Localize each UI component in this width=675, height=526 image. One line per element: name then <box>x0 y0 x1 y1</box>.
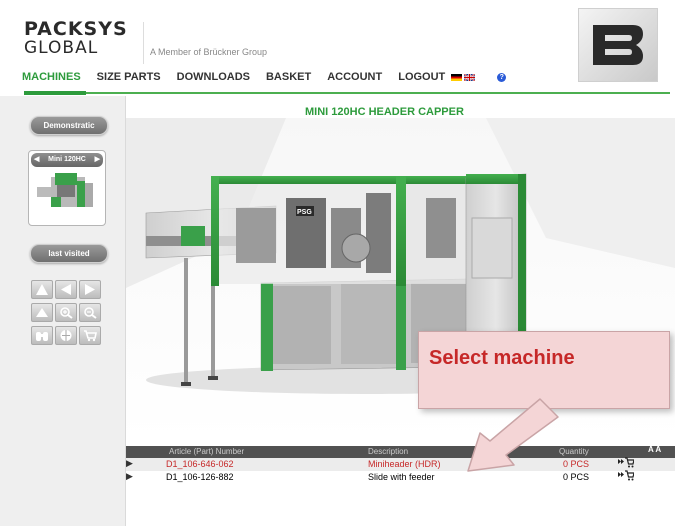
logo-packsys[interactable]: PACKSYS <box>24 18 128 40</box>
row-expand-icon[interactable]: ▶ <box>126 458 133 469</box>
arrow-left-icon[interactable] <box>55 280 77 299</box>
table-header: Article (Part) Number Description Quanti… <box>126 445 675 458</box>
cart-icon[interactable] <box>79 326 101 345</box>
machine-thumbnail-card[interactable]: ◀ Mini 120HC ▶ <box>28 150 106 226</box>
nav-logout[interactable]: LOGOUT <box>398 71 445 83</box>
last-visited-button[interactable]: last visited <box>30 244 108 263</box>
callout-arrow-icon <box>467 398 559 472</box>
zoom-in-icon[interactable] <box>55 303 77 322</box>
nav-size-parts[interactable]: SIZE PARTS <box>97 71 161 83</box>
logo-divider <box>143 22 144 64</box>
svg-text:PSG: PSG <box>297 209 312 216</box>
nav-account[interactable]: ACCOUNT <box>327 71 382 83</box>
callout-text: Select machine <box>429 347 575 369</box>
part-description[interactable]: Miniheader (HDR) <box>368 459 441 469</box>
add-to-cart-icon[interactable] <box>618 470 635 483</box>
uk-flag-icon[interactable] <box>464 73 476 81</box>
demonstration-button[interactable]: Demonstratic <box>30 116 108 135</box>
nav-basket[interactable]: BASKET <box>266 71 311 83</box>
chevron-right-icon[interactable]: ▶ <box>95 153 100 167</box>
font-size-control[interactable]: A A <box>648 445 661 454</box>
arrow-right-icon[interactable] <box>79 280 101 299</box>
nav-active-indicator <box>24 91 86 95</box>
help-icon[interactable]: ? <box>497 72 507 82</box>
add-to-cart-icon[interactable] <box>618 457 635 470</box>
machine-selector[interactable]: ◀ Mini 120HC ▶ <box>31 153 103 167</box>
part-description[interactable]: Slide with feeder <box>368 472 435 482</box>
move-up-icon[interactable] <box>31 303 53 322</box>
machine-thumbnail-image <box>37 173 93 207</box>
brand-logo-tile <box>578 8 658 82</box>
article-number[interactable]: D1_106-646-062 <box>166 459 234 469</box>
binoculars-icon[interactable] <box>31 326 53 345</box>
table-row[interactable]: ▶ D1_106-126-882 Slide with feeder 0 PCS <box>126 470 675 484</box>
page-title: MINI 120HC HEADER CAPPER <box>305 106 464 118</box>
member-text: A Member of Brückner Group <box>150 47 268 57</box>
nav-underline <box>24 92 670 94</box>
chevron-left-icon[interactable]: ◀ <box>34 153 39 167</box>
header: PACKSYS GLOBAL A Member of Brückner Grou… <box>0 0 675 95</box>
german-flag-icon[interactable] <box>451 73 463 81</box>
globe-icon[interactable] <box>55 326 77 345</box>
move-top-icon[interactable] <box>31 280 53 299</box>
sidebar: Demonstratic ◀ Mini 120HC ▶ last visited <box>0 96 126 526</box>
row-expand-icon[interactable]: ▶ <box>126 471 133 482</box>
col-description: Description <box>368 447 409 456</box>
zoom-out-icon[interactable] <box>79 303 101 322</box>
article-number[interactable]: D1_106-126-882 <box>166 472 234 482</box>
col-article: Article (Part) Number <box>169 447 245 456</box>
table-row[interactable]: ▶ D1_106-646-062 Miniheader (HDR) 0 PCS <box>126 457 675 471</box>
b-logo-icon <box>593 25 643 65</box>
logo-global[interactable]: GLOBAL <box>24 38 98 58</box>
parts-table: Article (Part) Number Description Quanti… <box>126 445 675 484</box>
nav-machines[interactable]: MACHINES <box>22 71 81 83</box>
machine-selector-label: Mini 120HC <box>48 156 86 163</box>
nav-downloads[interactable]: DOWNLOADS <box>177 71 250 83</box>
main-nav: MACHINES SIZE PARTS DOWNLOADS BASKET ACC… <box>22 67 507 87</box>
